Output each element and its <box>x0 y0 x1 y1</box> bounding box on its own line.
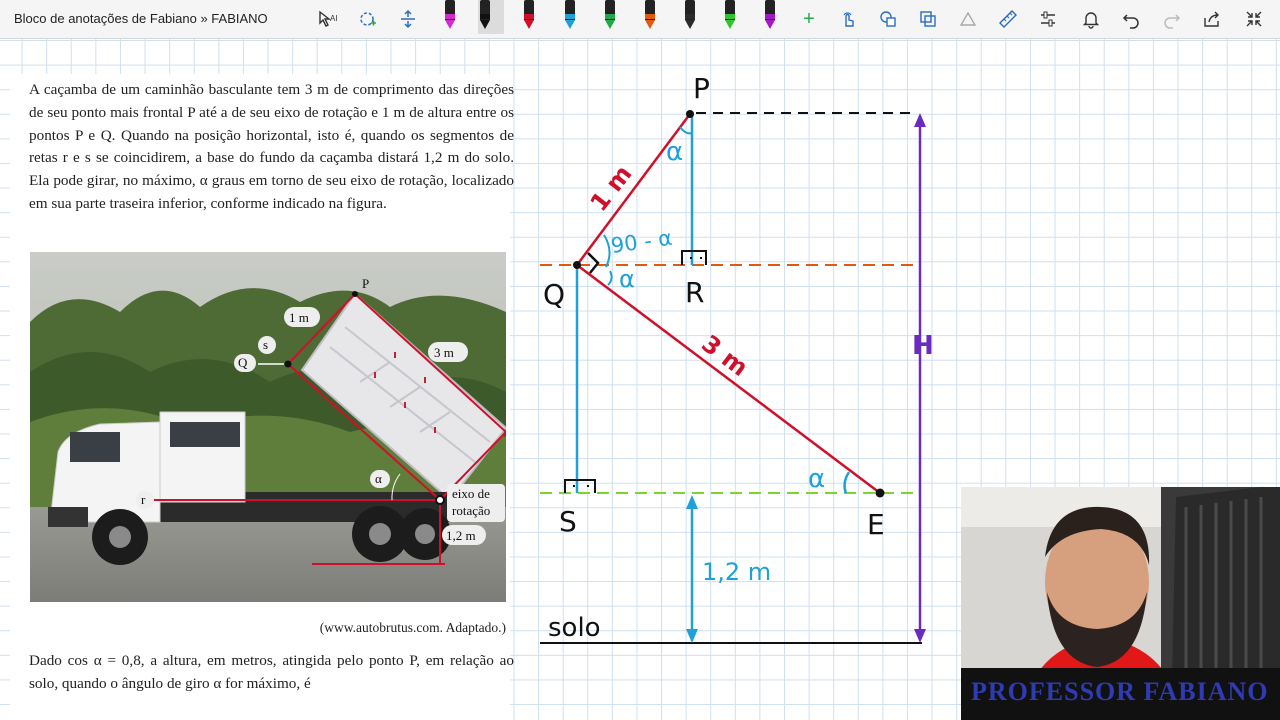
pen-4-icon[interactable] <box>563 0 577 34</box>
point-label-r: R <box>685 276 704 309</box>
label-90-minus-alpha: 90 - α <box>609 226 673 258</box>
label-alpha-e: α <box>808 464 825 494</box>
label-ground: solo <box>548 613 601 643</box>
redo-icon[interactable] <box>1160 7 1184 31</box>
right-angle-r <box>681 250 707 265</box>
presenter-name: PROFESSOR FABIANO <box>971 677 1269 706</box>
point-label-p: P <box>693 72 710 105</box>
svg-text:AI: AI <box>330 14 337 23</box>
insert-space-icon[interactable] <box>396 7 420 31</box>
add-pen-icon[interactable]: + <box>797 7 821 31</box>
ink-to-text-icon[interactable] <box>916 7 940 31</box>
point-label-e: E <box>867 508 885 541</box>
right-angle-s <box>564 479 596 493</box>
pen-5-icon[interactable] <box>603 0 617 34</box>
pen-3-icon[interactable] <box>522 0 536 34</box>
pen-8-icon[interactable] <box>723 0 737 34</box>
point-label-s: S <box>559 505 577 538</box>
right-angle-q <box>587 252 600 274</box>
point-label-q: Q <box>543 278 565 311</box>
pen-6-icon[interactable] <box>643 0 657 34</box>
lasso-select-icon[interactable]: AI <box>315 7 339 31</box>
settings-sliders-icon[interactable] <box>1036 7 1060 31</box>
label-h: H <box>912 331 934 361</box>
label-alpha-q: α <box>619 265 635 293</box>
ruler-icon[interactable] <box>996 7 1020 31</box>
notification-bell-icon[interactable] <box>1079 7 1103 31</box>
toolbar: Bloco de anotações de Fabiano » FABIANO … <box>0 0 1280 39</box>
label-alpha-p: α <box>666 137 683 167</box>
undo-icon[interactable] <box>1119 7 1143 31</box>
window-title: Bloco de anotações de Fabiano » FABIANO <box>14 11 268 26</box>
ink-to-shape-icon[interactable] <box>876 7 900 31</box>
ink-to-math-icon[interactable] <box>956 7 980 31</box>
label-1m: 1 m <box>585 160 638 217</box>
fullscreen-exit-icon[interactable] <box>1242 7 1266 31</box>
pen-1-icon[interactable] <box>443 0 457 34</box>
shape-select-icon[interactable] <box>356 7 380 31</box>
share-icon[interactable] <box>1200 7 1224 31</box>
label-1-2m: 1,2 m <box>702 558 771 586</box>
pen-7-icon[interactable] <box>683 0 697 34</box>
webcam-video: PROFESSOR FABIANO <box>961 487 1280 720</box>
label-3m: 3 m <box>696 329 753 381</box>
pen-9-icon[interactable] <box>763 0 777 34</box>
touch-draw-icon[interactable] <box>836 7 860 31</box>
pen-2-icon[interactable] <box>478 0 504 34</box>
segment-qe <box>576 264 881 494</box>
